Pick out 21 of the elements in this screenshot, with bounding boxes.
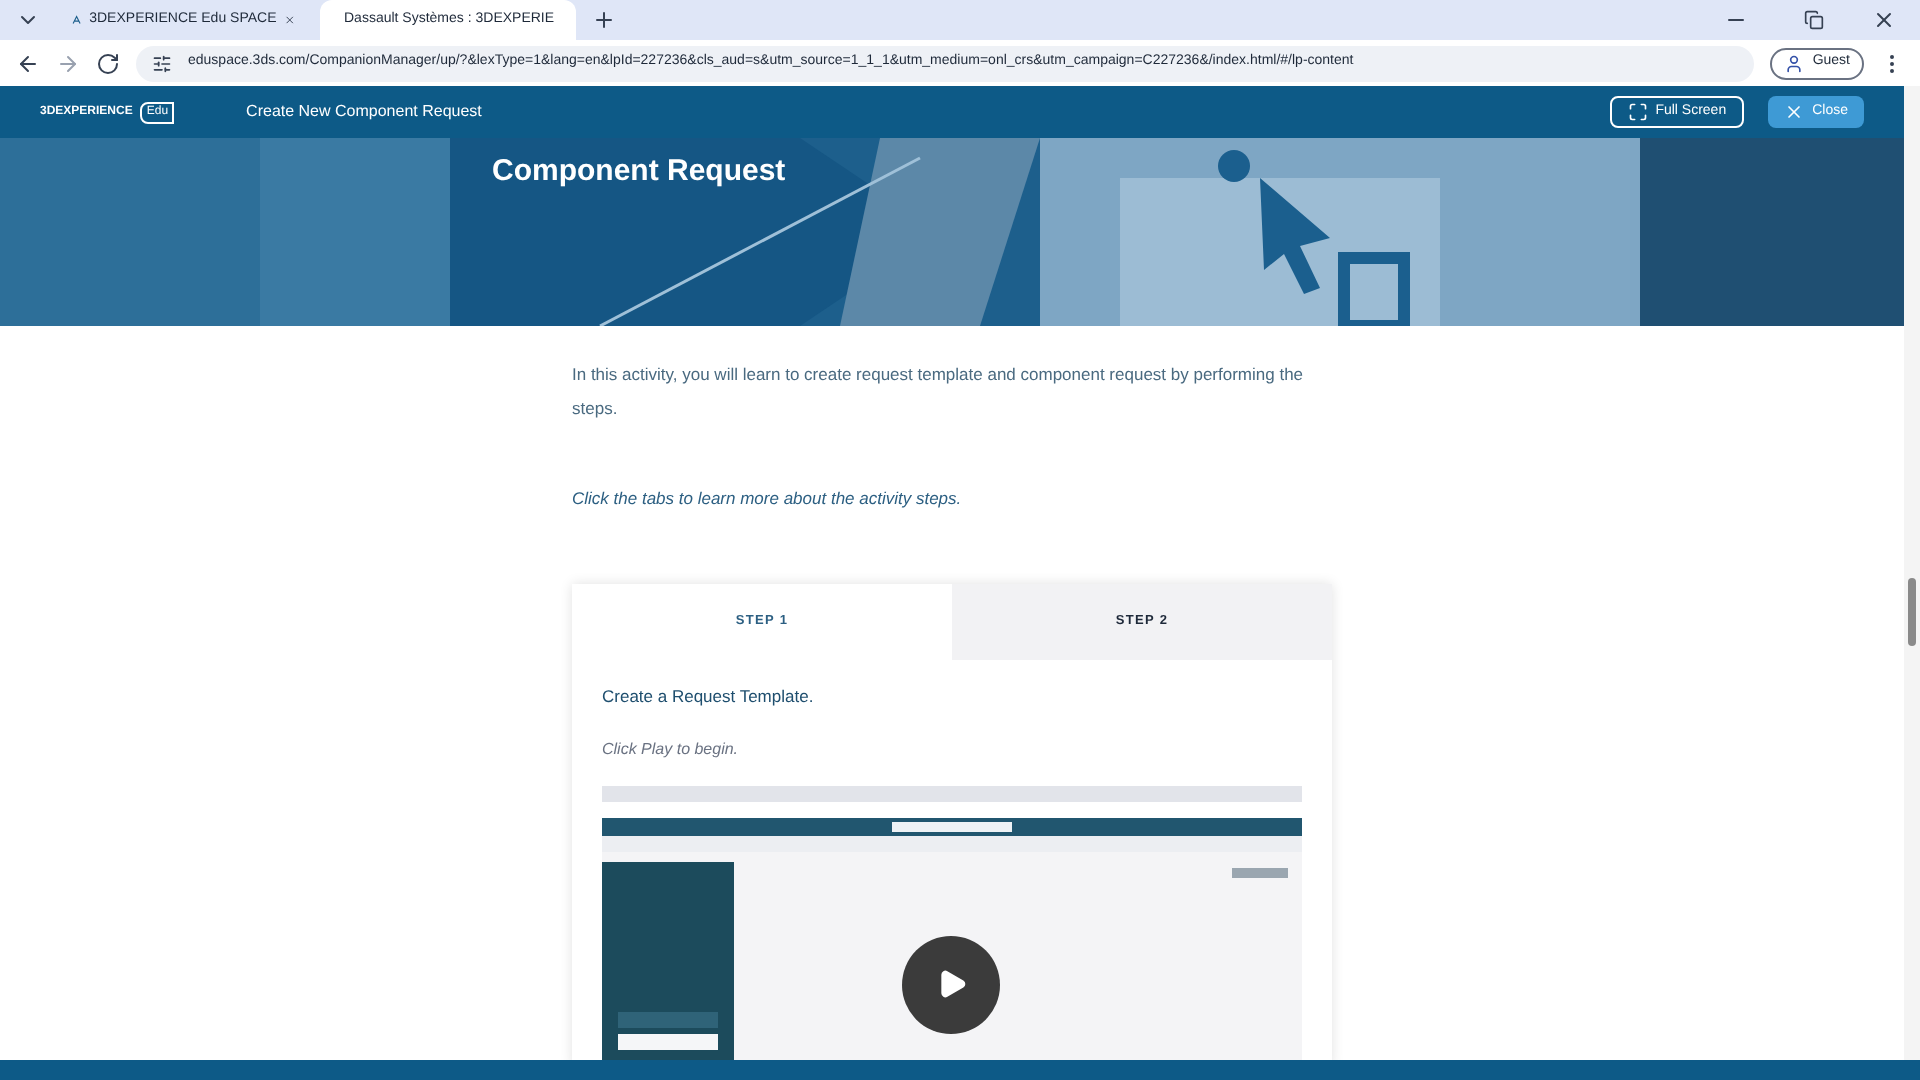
close-window-icon[interactable] — [1872, 8, 1896, 32]
new-tab-icon[interactable] — [592, 8, 616, 32]
banner-title: Component Request — [492, 152, 786, 192]
hint-text: Click the tabs to learn more about the activity steps. — [572, 486, 964, 512]
expand-icon — [1627, 102, 1648, 122]
reload-icon[interactable] — [96, 51, 120, 75]
step-heading: Create a Request Template. — [602, 683, 816, 709]
intro-paragraph: In this activity, you will learn to create request template and component request by performing the steps. — [572, 362, 1306, 422]
back-icon[interactable] — [16, 51, 40, 75]
scrollbar[interactable] — [1904, 86, 1920, 1060]
close-tab-icon[interactable] — [284, 10, 296, 30]
triangle-logo-icon — [72, 12, 82, 28]
step-instruction: Click Play to begin. — [602, 737, 741, 761]
play-icon — [935, 968, 967, 1000]
course-title: Create New Component Request — [246, 100, 482, 124]
scrollbar-thumb[interactable] — [1908, 578, 1916, 646]
profile-icon — [1784, 53, 1805, 73]
site-info-icon[interactable] — [152, 53, 172, 73]
restore-icon[interactable] — [1804, 10, 1824, 30]
forward-icon[interactable] — [56, 51, 80, 75]
close-icon — [1784, 102, 1805, 122]
